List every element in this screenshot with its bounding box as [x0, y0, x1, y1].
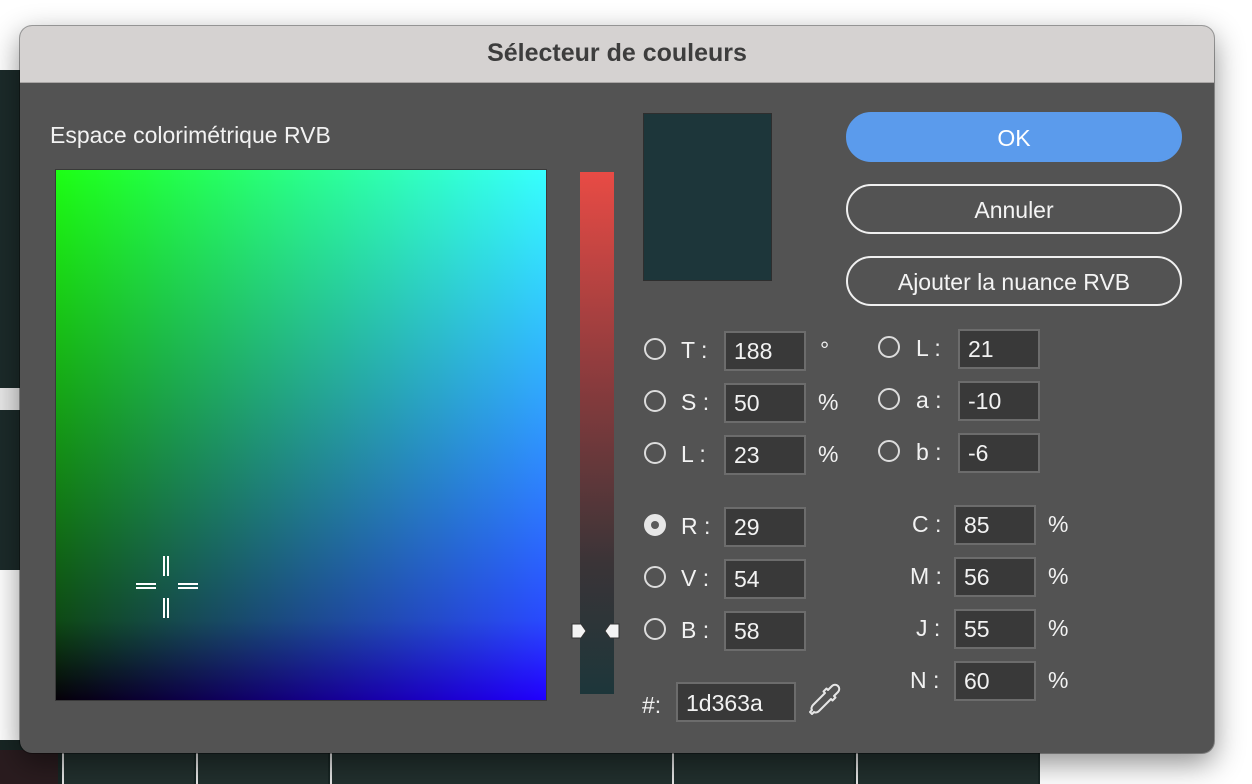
- black-unit: %: [1048, 667, 1069, 693]
- background-thumbnail: [0, 750, 58, 784]
- color-preview-swatch: [643, 113, 772, 281]
- saturation-label: S :: [681, 389, 710, 415]
- red-label: R :: [681, 513, 711, 539]
- saturation-row: S : 50 %: [644, 383, 844, 423]
- lab-b-input[interactable]: -6: [958, 433, 1040, 473]
- red-row: R : 29: [644, 507, 844, 547]
- background-thumbnail: [330, 750, 672, 784]
- lightness-row: L : 23 %: [644, 435, 844, 475]
- magenta-input[interactable]: 56: [954, 557, 1036, 597]
- lab-b-radio[interactable]: [878, 440, 900, 462]
- blue-input[interactable]: 58: [724, 611, 806, 651]
- blue-radio[interactable]: [644, 618, 666, 640]
- hue-radio[interactable]: [644, 338, 666, 360]
- background-thumbnail: [196, 750, 328, 784]
- slider-handle-left-icon[interactable]: [571, 623, 587, 639]
- lab-b-label: b :: [916, 439, 942, 465]
- magenta-row: M : 56 %: [900, 557, 1080, 597]
- eyedropper-icon[interactable]: [806, 682, 842, 718]
- hue-input[interactable]: 188: [724, 331, 806, 371]
- color-picker-dialog: Sélecteur de couleurs Espace colorimétri…: [20, 26, 1214, 753]
- blue-row: B : 58: [644, 611, 844, 651]
- cyan-input[interactable]: 85: [954, 505, 1036, 545]
- lab-l-label: L :: [916, 335, 941, 361]
- lightness-label: L :: [681, 441, 706, 467]
- lightness-input[interactable]: 23: [724, 435, 806, 475]
- green-row: V : 54: [644, 559, 844, 599]
- color-space-label: Espace colorimétrique RVB: [50, 122, 331, 148]
- background-thumbnail: [62, 750, 194, 784]
- yellow-input[interactable]: 55: [954, 609, 1036, 649]
- color-field[interactable]: [56, 170, 546, 700]
- color-field-overlay: [56, 170, 546, 700]
- cyan-row: C : 85 %: [900, 505, 1080, 545]
- cancel-button[interactable]: Annuler: [846, 184, 1182, 234]
- red-radio[interactable]: [644, 514, 666, 536]
- blue-label: B :: [681, 617, 710, 643]
- hue-label: T :: [681, 337, 708, 363]
- magenta-label: M :: [910, 563, 942, 589]
- black-label: N :: [910, 667, 940, 693]
- yellow-label: J :: [916, 615, 941, 641]
- background-thumbnail: [856, 750, 1038, 784]
- hue-row: T : 188 °: [644, 331, 844, 371]
- yellow-unit: %: [1048, 615, 1069, 641]
- hue-unit: °: [820, 337, 830, 363]
- lab-a-input[interactable]: -10: [958, 381, 1040, 421]
- hex-input[interactable]: 1d363a: [676, 682, 796, 722]
- cyan-label: C :: [912, 511, 942, 537]
- background-app-left: [0, 70, 22, 570]
- background-app-left-panel: [0, 388, 22, 410]
- red-input[interactable]: 29: [724, 507, 806, 547]
- magenta-unit: %: [1048, 563, 1069, 589]
- cyan-unit: %: [1048, 511, 1069, 537]
- add-rgb-swatch-button[interactable]: Ajouter la nuance RVB: [846, 256, 1182, 306]
- lab-a-radio[interactable]: [878, 388, 900, 410]
- dialog-title: Sélecteur de couleurs: [20, 26, 1214, 83]
- saturation-unit: %: [818, 389, 839, 415]
- yellow-row: J : 55 %: [900, 609, 1080, 649]
- black-row: N : 60 %: [900, 661, 1080, 701]
- green-label: V :: [681, 565, 710, 591]
- lab-l-row: L : 21: [878, 329, 1048, 369]
- black-input[interactable]: 60: [954, 661, 1036, 701]
- saturation-input[interactable]: 50: [724, 383, 806, 423]
- ok-button[interactable]: OK: [846, 112, 1182, 162]
- lightness-radio[interactable]: [644, 442, 666, 464]
- green-radio[interactable]: [644, 566, 666, 588]
- lab-l-input[interactable]: 21: [958, 329, 1040, 369]
- lab-b-row: b : -6: [878, 433, 1048, 473]
- color-slider[interactable]: [580, 172, 614, 694]
- slider-handle-right-icon[interactable]: [604, 623, 620, 639]
- hex-label: #:: [642, 692, 662, 718]
- crosshair-icon[interactable]: [136, 556, 198, 618]
- lightness-unit: %: [818, 441, 839, 467]
- lab-a-row: a : -10: [878, 381, 1048, 421]
- lab-a-label: a :: [916, 387, 942, 413]
- green-input[interactable]: 54: [724, 559, 806, 599]
- saturation-radio[interactable]: [644, 390, 666, 412]
- background-thumbnail: [672, 750, 854, 784]
- lab-l-radio[interactable]: [878, 336, 900, 358]
